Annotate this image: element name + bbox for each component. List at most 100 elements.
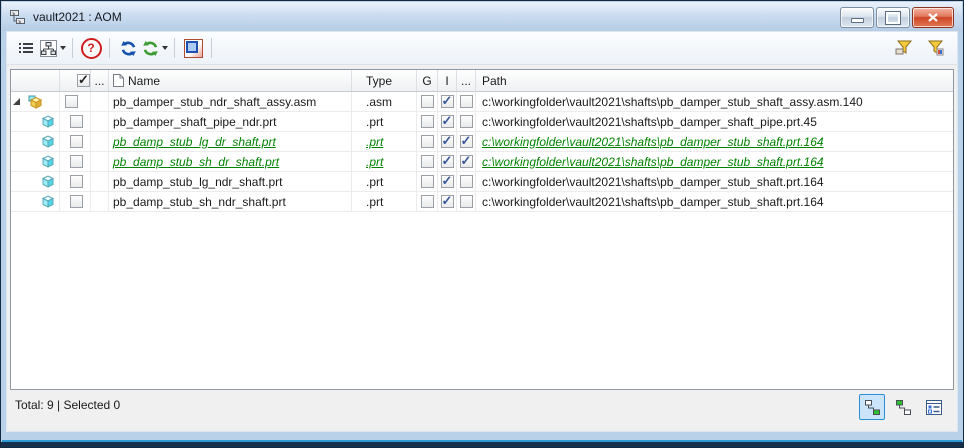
row-checkbox[interactable] [65, 95, 78, 108]
g-checkbox[interactable] [420, 175, 434, 188]
column-header-type[interactable]: Type [352, 70, 417, 91]
table-row[interactable]: pb_damper_stub_ndr_shaft_assy.asm .asm c… [11, 92, 953, 112]
table-row[interactable]: pb_damp_stub_lg_dr_shaft.prt .prt c:\wor… [11, 132, 953, 152]
row-checkbox[interactable] [70, 175, 83, 188]
g-cell [417, 132, 438, 151]
i-cell [438, 132, 457, 151]
tree-cell [11, 92, 60, 111]
i-cell [438, 192, 457, 211]
i-checkbox[interactable] [440, 153, 454, 169]
flat-view-toggle[interactable] [890, 394, 916, 420]
row-checkbox[interactable] [70, 115, 83, 128]
g-cell [417, 112, 438, 131]
path-cell: c:\workingfolder\vault2021\shafts\pb_dam… [476, 112, 953, 131]
row-checkbox[interactable] [70, 155, 83, 168]
file-path: c:\workingfolder\vault2021\shafts\pb_dam… [482, 94, 863, 109]
table-row[interactable]: pb_damp_stub_lg_ndr_shaft.prt .prt c:\wo… [11, 172, 953, 192]
column-header-dots1[interactable]: ... [91, 70, 109, 91]
column-header-g[interactable]: G [417, 70, 438, 91]
type-cell: .prt [352, 152, 417, 171]
extra-checkbox[interactable] [459, 115, 473, 128]
help-button[interactable]: ? [79, 36, 103, 60]
list-view-button[interactable] [14, 36, 38, 60]
toolbar-separator [211, 38, 212, 58]
extra-checkbox[interactable] [459, 175, 473, 188]
file-name: pb_damp_stub_lg_ndr_shaft.prt [113, 174, 283, 189]
g-checkbox[interactable] [420, 195, 434, 208]
maximize-button[interactable] [876, 7, 910, 28]
type-cell: .prt [352, 112, 417, 131]
tree-cell [11, 152, 60, 171]
open-in-window-button[interactable] [181, 36, 205, 60]
refresh-all-button[interactable] [142, 36, 168, 60]
name-cell: pb_damper_shaft_pipe_ndr.prt [109, 112, 352, 131]
hierarchy-view-toggle[interactable] [859, 394, 885, 420]
titlebar[interactable]: vault2021 : AOM [2, 2, 962, 31]
type-cell: .prt [352, 172, 417, 191]
toolbar: ? [7, 32, 957, 65]
file-name: pb_damp_stub_sh_dr_shaft.prt [113, 154, 280, 169]
path-cell: c:\workingfolder\vault2021\shafts\pb_dam… [476, 92, 953, 111]
column-header-select[interactable] [60, 70, 91, 91]
i-checkbox[interactable] [440, 113, 454, 129]
path-cell: c:\workingfolder\vault2021\shafts\pb_dam… [476, 192, 953, 211]
filter-funnel-icon [895, 40, 913, 55]
assembly-icon [27, 94, 44, 110]
column-header-i[interactable]: I [438, 70, 457, 91]
g-checkbox[interactable] [420, 115, 434, 128]
i-checkbox[interactable] [440, 133, 454, 149]
column-header-tree[interactable] [11, 70, 60, 91]
file-grid: ... Name Type G I [10, 69, 954, 390]
dots1-cell [91, 112, 109, 131]
row-checkbox[interactable] [70, 135, 83, 148]
refresh-button[interactable] [116, 36, 140, 60]
path-cell: c:\workingfolder\vault2021\shafts\pb_dam… [476, 132, 953, 151]
grid-header: ... Name Type G I [11, 70, 953, 92]
chevron-down-icon [162, 46, 168, 50]
app-hierarchy-icon [9, 9, 27, 25]
maximize-icon [885, 10, 901, 25]
extra-checkbox[interactable] [459, 133, 473, 149]
extra-checkbox[interactable] [459, 95, 473, 108]
details-view-toggle[interactable] [921, 394, 947, 420]
g-checkbox[interactable] [420, 95, 434, 108]
dots1-cell [91, 192, 109, 211]
extra-checkbox[interactable] [459, 153, 473, 169]
file-name: pb_damper_shaft_pipe_ndr.prt [113, 114, 277, 129]
g-checkbox[interactable] [420, 155, 434, 168]
i-checkbox[interactable] [440, 193, 454, 209]
tree-cell [11, 192, 60, 211]
table-row[interactable]: pb_damp_stub_sh_dr_shaft.prt .prt c:\wor… [11, 152, 953, 172]
filter-clear-button[interactable] [924, 36, 948, 60]
refresh-green-icon [143, 40, 158, 56]
hierarchy-view-button[interactable] [40, 36, 66, 60]
close-button[interactable] [912, 7, 954, 28]
file-path: c:\workingfolder\vault2021\shafts\pb_dam… [482, 154, 824, 169]
dots2-cell [457, 152, 476, 171]
file-type: .prt [366, 174, 384, 189]
expander-icon[interactable] [13, 98, 20, 105]
i-cell [438, 112, 457, 131]
type-cell: .prt [352, 132, 417, 151]
details-list-icon [926, 399, 942, 415]
g-cell [417, 192, 438, 211]
file-type: .prt [366, 194, 384, 209]
i-checkbox[interactable] [440, 93, 454, 109]
column-header-dots2[interactable]: ... [457, 70, 476, 91]
name-cell: pb_damp_stub_lg_ndr_shaft.prt [109, 172, 352, 191]
refresh-blue-icon [120, 40, 136, 56]
row-checkbox[interactable] [70, 195, 83, 208]
extra-checkbox[interactable] [459, 195, 473, 208]
column-header-path[interactable]: Path [476, 70, 953, 91]
g-checkbox[interactable] [420, 135, 434, 148]
table-row[interactable]: pb_damper_shaft_pipe_ndr.prt .prt c:\wor… [11, 112, 953, 132]
minimize-button[interactable] [840, 7, 874, 28]
i-checkbox[interactable] [440, 173, 454, 189]
file-path: c:\workingfolder\vault2021\shafts\pb_dam… [482, 134, 824, 149]
filter-button[interactable] [892, 36, 916, 60]
part-icon [40, 154, 56, 169]
tree-cell [11, 112, 60, 131]
select-all-checkbox[interactable] [77, 72, 90, 88]
table-row[interactable]: pb_damp_stub_sh_ndr_shaft.prt .prt c:\wo… [11, 192, 953, 212]
column-header-name[interactable]: Name [109, 70, 352, 91]
